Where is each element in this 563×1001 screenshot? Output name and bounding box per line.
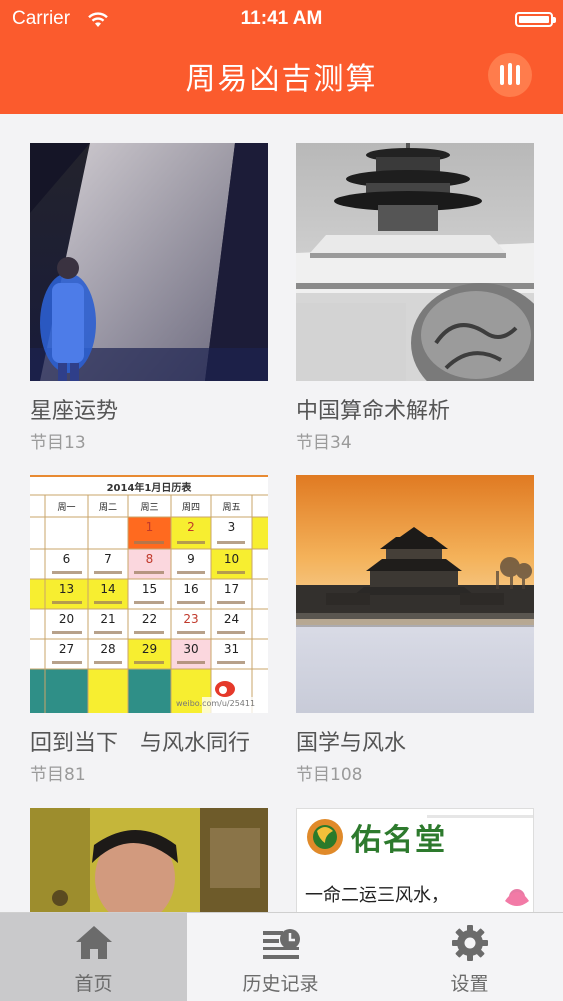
- tab-bar: 首页 历史记录 设置: [0, 912, 563, 1001]
- calendar-day: 21: [100, 612, 116, 626]
- program-count: 节目13: [30, 433, 86, 453]
- tab-history-label: 历史记录: [242, 973, 319, 995]
- calendar-day: 28: [100, 642, 116, 656]
- program-count: 节目81: [30, 765, 86, 785]
- calendar-day: 29: [141, 642, 158, 656]
- program-title: 回到当下 与风水同行: [30, 731, 251, 756]
- calendar-day: 22: [141, 612, 158, 626]
- calendar-day: 30: [183, 642, 199, 656]
- calendar-day: 20: [58, 612, 75, 626]
- program-title: 星座运势: [30, 399, 119, 424]
- calendar-day: 1: [145, 520, 154, 534]
- calendar-day: 10: [223, 552, 240, 566]
- calendar-day: 24: [223, 612, 240, 626]
- program-thumbnail[interactable]: [30, 143, 268, 381]
- program-grid[interactable]: 星座运势 节目13 中国算命术解析 节目34 2014年1月日历表 周一 周二 …: [0, 114, 563, 912]
- page-title: 周易凶吉测算: [185, 62, 378, 97]
- calendar-day: 2: [187, 520, 195, 534]
- banner-motto: 一命二运三风水，: [305, 885, 449, 906]
- gear-icon: [451, 925, 488, 961]
- calendar-day: 17: [223, 582, 240, 596]
- calendar-weekday: 周四: [181, 503, 200, 513]
- calendar-weekday: 周三: [140, 503, 159, 513]
- calendar-day: 3: [227, 520, 236, 534]
- program-title: 中国算命术解析: [296, 399, 451, 424]
- calendar-day: 15: [141, 582, 158, 596]
- tab-settings[interactable]: 设置: [376, 913, 563, 1001]
- tab-home-label: 首页: [74, 973, 113, 995]
- banner-name: 佑名堂: [351, 823, 447, 858]
- program-count: 节目34: [296, 433, 352, 453]
- home-icon: [75, 926, 112, 959]
- menu-button[interactable]: [488, 53, 532, 97]
- calendar-day: 16: [183, 582, 199, 596]
- calendar-day: 7: [104, 552, 112, 566]
- calendar-day: 31: [223, 642, 240, 656]
- calendar-day: 6: [62, 552, 71, 566]
- calendar-day: 23: [183, 612, 199, 626]
- history-icon: [262, 929, 300, 959]
- calendar-day: 27: [58, 642, 75, 656]
- program-thumbnail[interactable]: [296, 143, 534, 381]
- calendar-day: 14: [100, 582, 116, 596]
- program-thumbnail[interactable]: [30, 808, 268, 912]
- tab-settings-label: 设置: [450, 973, 489, 995]
- calendar-day: 9: [187, 552, 195, 566]
- calendar-weekday: 周一: [57, 503, 76, 513]
- program-thumbnail[interactable]: [296, 475, 534, 713]
- calendar-day: 13: [58, 582, 75, 596]
- status-bar: Carrier 11:41 AM: [0, 0, 563, 40]
- calendar-day: 8: [145, 552, 154, 566]
- program-count: 节目108: [296, 765, 363, 785]
- program-thumbnail[interactable]: 2014年1月日历表 周一 周二 周三 周四 周五 1 2 3 6 7 8 9 10 13 14 15 16 1…: [30, 475, 268, 713]
- calendar-title: 2014年1月日历表: [106, 483, 192, 494]
- program-thumbnail[interactable]: 佑名堂 一命二运三风水，: [296, 808, 534, 912]
- nav-bar: 周易凶吉测算: [0, 40, 563, 114]
- battery-icon: [515, 12, 556, 27]
- calendar-weekday: 周二: [98, 503, 117, 513]
- program-title: 国学与风水: [296, 731, 407, 756]
- tab-home[interactable]: 首页: [0, 913, 187, 1001]
- calendar-weekday: 周五: [222, 503, 241, 513]
- clock: 11:41 AM: [240, 8, 323, 29]
- calendar-watermark: weibo.com/u/25411: [176, 699, 256, 708]
- tab-history[interactable]: 历史记录: [187, 913, 374, 1001]
